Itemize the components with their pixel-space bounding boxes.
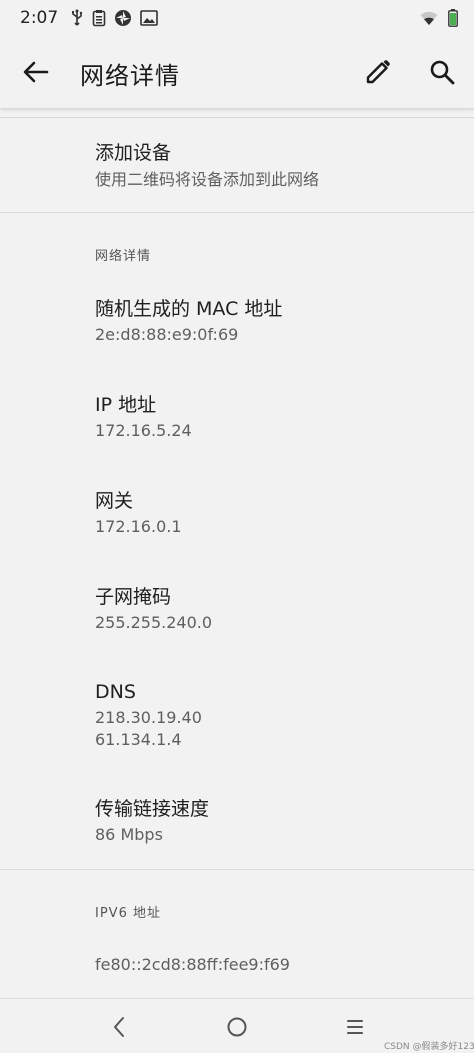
dns-value: 61.134.1.4 <box>95 730 182 749</box>
nav-home-button[interactable] <box>221 1011 253 1043</box>
link-speed-item: 传输链接速度 86 Mbps <box>95 797 209 846</box>
dns-item: DNS 218.30.19.40 61.134.1.4 <box>95 680 202 751</box>
status-icons-right <box>420 9 458 27</box>
back-button[interactable] <box>16 52 56 92</box>
mac-address-value: 2e:d8:88:e9:0f:69 <box>95 325 239 344</box>
mac-address-item: 随机生成的 MAC 地址 2e:d8:88:e9:0f:69 <box>95 297 282 346</box>
search-button[interactable] <box>422 52 462 92</box>
ip-address-item: IP 地址 172.16.5.24 <box>95 393 192 442</box>
aperture-icon <box>114 9 132 27</box>
add-device-title: 添加设备 <box>95 142 172 164</box>
gateway-item: 网关 172.16.0.1 <box>95 489 182 538</box>
status-icons-left <box>70 9 158 27</box>
network-details-header: 网络详情 <box>95 249 152 264</box>
wifi-icon <box>420 11 438 26</box>
status-bar: 2:07 <box>0 0 474 36</box>
ipv6-header: IPV6 地址 <box>95 906 161 921</box>
nav-recents-button[interactable] <box>339 1011 371 1043</box>
app-bar: 网络详情 <box>0 36 474 108</box>
divider <box>0 212 474 213</box>
nav-back-icon <box>114 1017 124 1037</box>
link-speed-value: 86 Mbps <box>95 825 163 844</box>
image-icon <box>140 10 158 26</box>
ipv6-value: fe80::2cd8:88ff:fee9:f69 <box>95 955 290 974</box>
pencil-icon <box>366 60 390 84</box>
search-icon <box>430 60 455 85</box>
status-time: 2:07 <box>20 8 59 28</box>
battery-icon <box>448 9 458 27</box>
nav-back-button[interactable] <box>103 1011 135 1043</box>
back-arrow-icon <box>23 61 49 83</box>
edit-button[interactable] <box>358 52 398 92</box>
gateway-label: 网关 <box>95 490 134 512</box>
link-speed-label: 传输链接速度 <box>95 798 210 820</box>
gateway-value: 172.16.0.1 <box>95 517 182 536</box>
add-device-subtitle: 使用二维码将设备添加到此网络 <box>95 170 320 189</box>
usb-icon <box>70 9 84 27</box>
divider <box>0 869 474 870</box>
subnet-mask-value: 255.255.240.0 <box>95 613 213 632</box>
mac-address-label: 随机生成的 MAC 地址 <box>95 298 283 320</box>
subnet-mask-item: 子网掩码 255.255.240.0 <box>95 585 212 634</box>
watermark: CSDN @假装多好123 <box>384 1042 474 1052</box>
divider <box>0 117 474 118</box>
clipboard-icon <box>92 9 106 27</box>
dns-value: 218.30.19.40 <box>95 708 202 727</box>
screen: 2:07 网络详情 添加设备 使用二维码将设备添加到此网络 网络详情 随机生成的… <box>0 0 474 1053</box>
ipv6-item: fe80::2cd8:88ff:fee9:f69 <box>95 954 290 976</box>
dns-label: DNS <box>95 681 136 703</box>
add-device-item[interactable]: 添加设备 使用二维码将设备添加到此网络 <box>95 141 319 191</box>
ip-address-value: 172.16.5.24 <box>95 421 192 440</box>
subnet-mask-label: 子网掩码 <box>95 586 172 608</box>
nav-recents-icon <box>347 1020 363 1034</box>
ip-address-label: IP 地址 <box>95 394 157 416</box>
page-title: 网络详情 <box>80 62 180 90</box>
nav-home-icon <box>227 1017 247 1037</box>
